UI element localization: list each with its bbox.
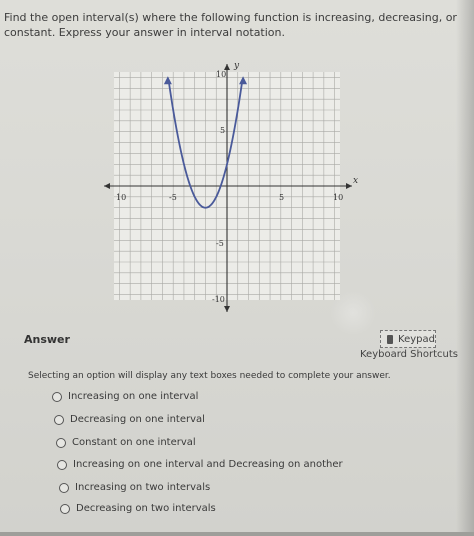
y-tick-5: 5 [220,126,225,135]
x-tick-neg10: 10 [116,193,126,202]
option-label: Decreasing on two intervals [76,503,216,514]
option-increasing-and-decreasing[interactable]: Increasing on one interval and Decreasin… [57,459,343,470]
answer-label: Answer [24,333,70,346]
option-label: Decreasing on one interval [70,414,205,425]
option-label: Constant on one interval [72,437,196,448]
x-tick-5: 5 [279,193,284,202]
option-label: Increasing on one interval [68,391,199,402]
radio-button[interactable] [60,503,70,514]
option-increasing-one[interactable]: Increasing on one interval [52,391,198,402]
keypad-button-label: Keypad [398,333,435,345]
y-tick-10: 10 [216,70,226,79]
help-text: Selecting an option will display any tex… [28,371,391,381]
keypad-icon [387,334,394,344]
x-axis-arrow-left [104,183,110,189]
option-label: Increasing on two intervals [75,482,211,493]
option-decreasing-one[interactable]: Decreasing on one interval [54,414,205,425]
y-tick-neg5: -5 [216,239,224,248]
x-axis-arrow-right [346,183,352,189]
radio-button[interactable] [52,391,62,402]
x-axis-label: x [353,176,358,186]
screen-edge-shade [456,0,474,536]
x-tick-10: 10 [333,193,343,202]
radio-button[interactable] [57,459,67,470]
function-graph: x y 10 -5 5 10 10 5 -5 -10 [100,61,362,324]
keyboard-shortcuts-link[interactable]: Keyboard Shortcuts [360,349,458,360]
y-axis-label: y [233,62,240,71]
option-constant-one[interactable]: Constant on one interval [56,437,196,448]
question-text: Find the open interval(s) where the foll… [4,11,457,39]
graph-svg: x y 10 -5 5 10 10 5 -5 -10 [104,61,358,312]
radio-button[interactable] [59,482,69,493]
bottom-edge [0,532,474,536]
option-decreasing-two[interactable]: Decreasing on two intervals [60,503,216,514]
option-label: Increasing on one interval and Decreasin… [73,459,343,470]
option-increasing-two[interactable]: Increasing on two intervals [59,482,210,493]
radio-button[interactable] [54,414,64,425]
keypad-button[interactable]: Keypad [380,330,436,348]
y-axis-arrow-down [224,306,230,312]
radio-button[interactable] [56,437,66,448]
x-tick-neg5: -5 [169,193,177,202]
screen-glare [330,290,376,336]
y-tick-neg10: -10 [212,295,225,304]
